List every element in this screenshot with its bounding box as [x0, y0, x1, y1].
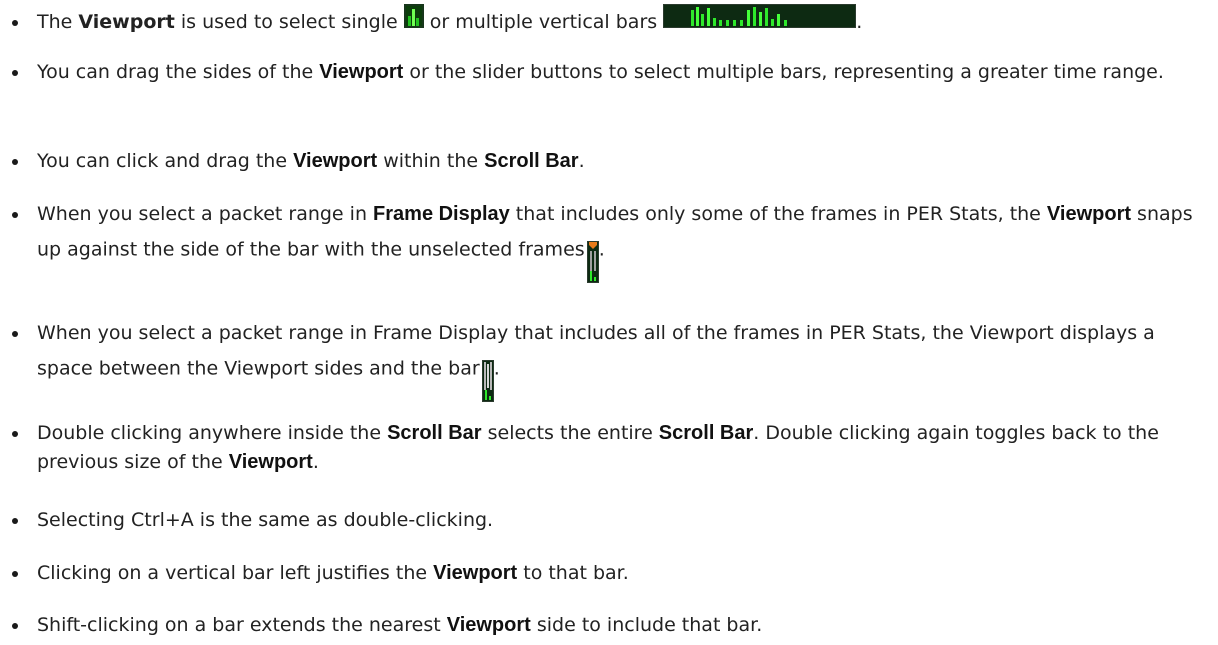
text-segment: Selecting Ctrl+A is the same as double-c…: [37, 509, 494, 531]
bullet-dot: [12, 20, 18, 26]
bold-term: Viewport: [293, 150, 378, 172]
item-text: Double clicking anywhere inside the Scro…: [37, 419, 1207, 477]
bullet-dot: [12, 518, 18, 524]
item-text: When you select a packet range in Frame …: [37, 200, 1207, 283]
text-segment: that includes only some of the frames in…: [509, 203, 1047, 225]
list-item: You can click and drag the Viewport with…: [0, 143, 1200, 179]
bold-term: Scroll Bar: [658, 422, 754, 444]
text-segment: You can drag the sides of the: [37, 61, 320, 83]
bullet-dot: [12, 571, 18, 577]
bullet-dot: [12, 431, 18, 437]
bullet-dot: [12, 331, 18, 337]
text-segment: Double clicking anywhere inside the: [37, 422, 388, 444]
bold-term: Viewport: [433, 562, 518, 584]
item-text: Clicking on a vertical bar left justifie…: [37, 559, 1207, 588]
item-text: You can drag the sides of the Viewport o…: [37, 58, 1207, 87]
bold-term: Scroll Bar: [387, 422, 482, 444]
bold-term: Viewport: [1046, 203, 1132, 225]
item-text: Selecting Ctrl+A is the same as double-c…: [37, 506, 1207, 535]
text-segment: .: [312, 451, 319, 473]
text-segment: When you select a packet range in: [37, 203, 374, 225]
list-item: You can drag the sides of the Viewport o…: [0, 54, 1200, 124]
bold-term: Viewport: [319, 61, 404, 83]
text-segment: .: [578, 150, 585, 172]
text-segment: to that bar.: [517, 562, 629, 584]
bold-term: Scroll Bar: [484, 150, 579, 172]
text-segment: or multiple vertical bars: [423, 11, 664, 33]
list-item: Double clicking anywhere inside the Scro…: [0, 415, 1200, 485]
list-item: The Viewport is used to select single or…: [0, 0, 1200, 36]
text-segment: selects the entire: [481, 422, 659, 444]
list-item: When you select a packet range in Frame …: [0, 196, 1200, 286]
text-segment: is used to select single: [174, 11, 404, 33]
list-item: Clicking on a vertical bar left justifie…: [0, 555, 1200, 591]
text-segment: Shift-clicking on a bar extends the near…: [37, 614, 447, 636]
list-item: When you select a packet range in Frame …: [0, 305, 1200, 402]
list-item: Shift-clicking on a bar extends the near…: [0, 607, 1200, 643]
text-segment: .: [493, 357, 500, 380]
list-item: Selecting Ctrl+A is the same as double-c…: [0, 502, 1200, 538]
text-segment: Clicking on a vertical bar left justifie…: [37, 562, 434, 584]
text-segment: The: [37, 11, 79, 33]
single-bar-icon: [403, 3, 424, 28]
bullet-dot: [12, 212, 18, 218]
text-segment: .: [856, 11, 863, 33]
text-segment: .: [598, 238, 605, 261]
item-text: The Viewport is used to select single or…: [37, 3, 863, 37]
bullet-dot: [12, 159, 18, 165]
text-segment: You can click and drag the: [37, 150, 294, 172]
bullet-dot: [12, 623, 18, 629]
item-text: When you select a packet range in Frame …: [37, 319, 1207, 402]
bold-term: Viewport: [78, 11, 175, 33]
bold-term: Frame Display: [373, 203, 510, 225]
bullet-dot: [12, 70, 18, 76]
text-segment: or the slider buttons to select multiple…: [403, 61, 1164, 83]
text-segment: within the: [377, 150, 485, 172]
viewport-snap-icon: [586, 241, 599, 283]
item-text: You can click and drag the Viewport with…: [37, 147, 1207, 176]
text-segment: When you select a packet range in Frame …: [37, 322, 1155, 380]
bold-term: Viewport: [446, 614, 531, 636]
item-text: Shift-clicking on a bar extends the near…: [37, 611, 1207, 640]
text-segment: side to include that bar.: [530, 614, 763, 636]
bold-term: Viewport: [228, 451, 313, 473]
viewport-space-icon: [481, 360, 494, 402]
multiple-bars-icon: [663, 3, 857, 28]
